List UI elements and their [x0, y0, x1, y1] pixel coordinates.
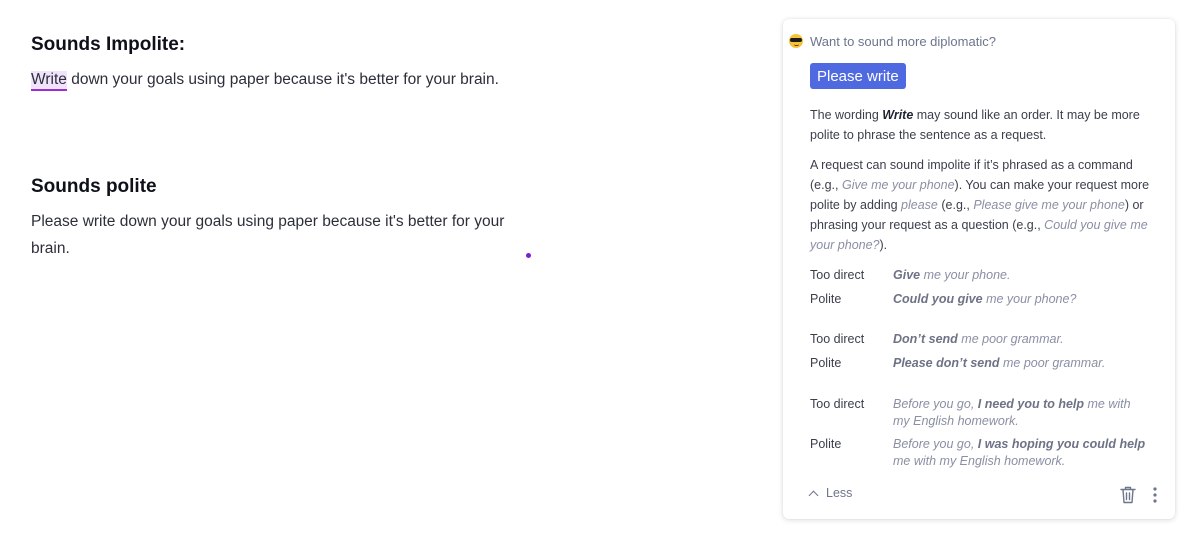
- impolite-sentence-rest: down your goals using paper because it's…: [66, 71, 499, 88]
- explanation: The wording Write may sound like an orde…: [810, 105, 1155, 265]
- highlighted-word[interactable]: Write: [31, 71, 67, 91]
- heading-impolite: Sounds Impolite:: [31, 34, 186, 55]
- less-label: Less: [826, 486, 853, 500]
- sunglasses-emoji-icon: [789, 34, 804, 49]
- suggestion-card: Want to sound more diplomatic? Please wr…: [783, 19, 1175, 519]
- example-row: Too direct Before you go, I need you to h…: [810, 397, 1131, 428]
- cursor-dot: [526, 253, 531, 258]
- impolite-sentence[interactable]: Write down your goals using paper becaus…: [31, 66, 499, 93]
- card-header: Want to sound more diplomatic?: [789, 34, 996, 49]
- explanation-para-2: A request can sound impolite if it’s phr…: [810, 158, 1150, 252]
- explanation-para-1: The wording Write may sound like an orde…: [810, 108, 1140, 142]
- example-row: Polite Please don’t send me poor grammar.: [810, 356, 1106, 370]
- less-toggle[interactable]: Less: [808, 486, 853, 500]
- example-row: Too direct Give me your phone.: [810, 268, 1011, 282]
- apply-suggestion-button[interactable]: Please write: [810, 63, 906, 89]
- heading-polite: Sounds polite: [31, 176, 157, 197]
- examples-table: Too direct Give me your phone. Polite Coul…: [810, 267, 1155, 470]
- more-options-icon[interactable]: [1151, 487, 1159, 503]
- polite-sentence[interactable]: Please write down your goals using paper…: [31, 208, 521, 262]
- example-row: Too direct Don’t send me poor grammar.: [810, 332, 1064, 346]
- trash-icon[interactable]: [1120, 486, 1136, 504]
- example-row: Polite Could you give me your phone?: [810, 292, 1077, 306]
- example-row: Polite Before you go, I was hoping you co…: [810, 437, 1146, 468]
- card-prompt: Want to sound more diplomatic?: [810, 34, 996, 49]
- chevron-up-icon: [808, 490, 819, 500]
